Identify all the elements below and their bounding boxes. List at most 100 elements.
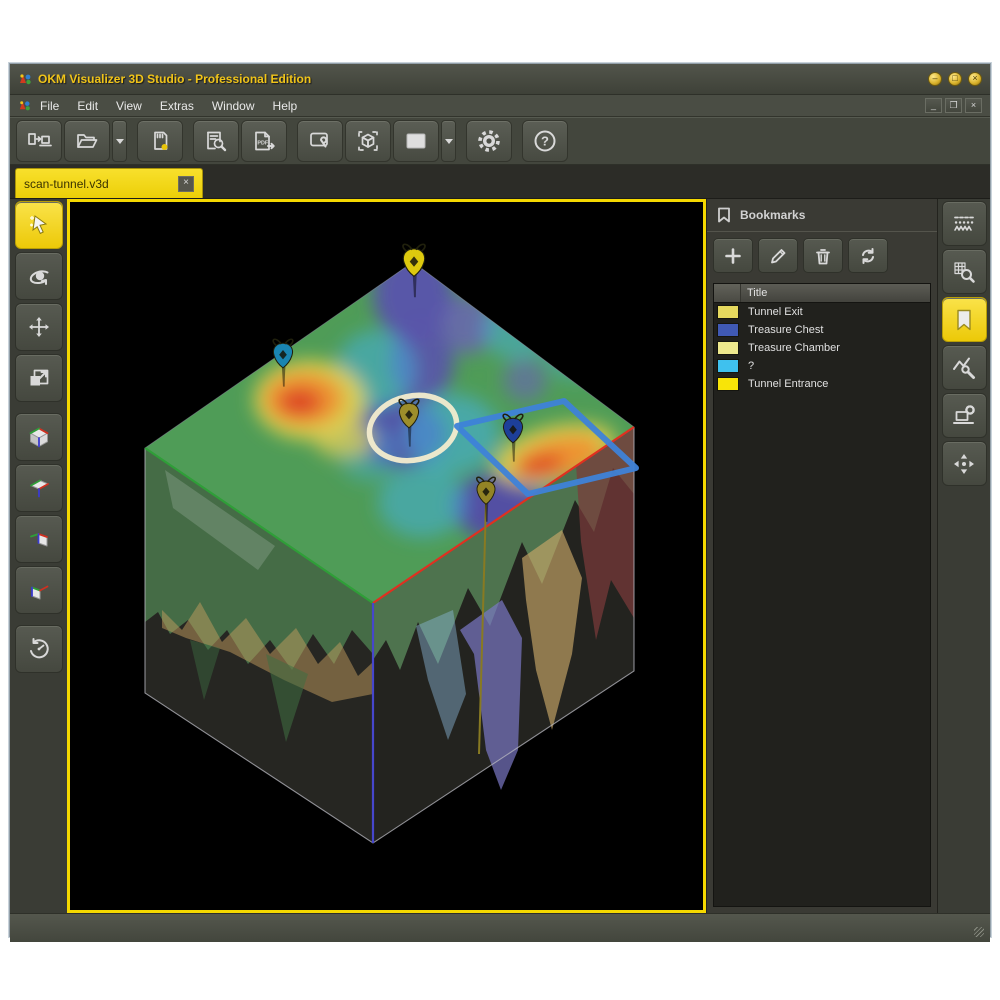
bookmarks-table: Title Tunnel Exit Treasure Chest Treasur… xyxy=(713,283,931,907)
right-tool-rail xyxy=(938,199,990,913)
chevron-down-icon xyxy=(116,139,124,144)
signal-analysis-button[interactable] xyxy=(942,345,987,390)
top-plane-icon xyxy=(26,475,52,501)
close-button[interactable]: × xyxy=(968,72,982,86)
settings-button[interactable] xyxy=(466,120,512,162)
refresh-icon xyxy=(858,246,878,266)
help-button[interactable]: ? xyxy=(522,120,568,162)
color-swatch-icon xyxy=(403,129,429,153)
background-color-dropdown[interactable] xyxy=(441,120,456,162)
bookmark-row-question[interactable]: ? xyxy=(714,357,930,375)
tab-scan-tunnel[interactable]: scan-tunnel.v3d × xyxy=(15,168,203,198)
menu-extras[interactable]: Extras xyxy=(151,97,203,115)
title-bar: OKM Visualizer 3D Studio - Professional … xyxy=(10,64,990,95)
front-plane-icon xyxy=(26,577,52,603)
app-logo-icon xyxy=(18,72,32,86)
print-preview-button[interactable] xyxy=(193,120,239,162)
refresh-bookmarks-button[interactable] xyxy=(848,238,888,273)
front-view-button[interactable] xyxy=(15,566,63,614)
minimize-button[interactable]: – xyxy=(928,72,942,86)
dpad-icon xyxy=(951,451,977,477)
ground-layers-icon xyxy=(951,211,977,237)
scan-grid-search-button[interactable] xyxy=(942,249,987,294)
pencil-icon xyxy=(768,246,788,266)
menu-edit[interactable]: Edit xyxy=(68,97,107,115)
save-card-icon xyxy=(148,129,172,153)
chevron-down-icon xyxy=(445,139,453,144)
bookmark-title: Tunnel Entrance xyxy=(748,378,828,390)
side-view-button[interactable] xyxy=(15,515,63,563)
page-background: OKM Visualizer 3D Studio - Professional … xyxy=(0,0,1000,1000)
bookmark-row-treasure-chamber[interactable]: Treasure Chamber xyxy=(714,339,930,357)
export-pdf-button[interactable]: PDF xyxy=(241,120,287,162)
menu-window[interactable]: Window xyxy=(203,97,264,115)
menu-file[interactable]: File xyxy=(31,97,68,115)
bookmark-color-swatch xyxy=(717,323,739,337)
app-window: OKM Visualizer 3D Studio - Professional … xyxy=(9,63,991,937)
mdi-close-button[interactable]: × xyxy=(965,98,982,113)
bookmark-row-tunnel-exit[interactable]: Tunnel Exit xyxy=(714,303,930,321)
device-settings-button[interactable] xyxy=(942,393,987,438)
bookmarks-title-column-header[interactable]: Title xyxy=(741,284,930,302)
edit-bookmark-button[interactable] xyxy=(758,238,798,273)
tab-bar: scan-tunnel.v3d × xyxy=(10,165,990,199)
laptop-gear-icon xyxy=(951,403,977,429)
save-scan-button[interactable] xyxy=(137,120,183,162)
top-view-button[interactable] xyxy=(15,464,63,512)
main-toolbar: PDF xyxy=(10,117,990,165)
bookmarks-panel-title: Bookmarks xyxy=(740,208,805,222)
bookmark-row-tunnel-entrance[interactable]: Tunnel Entrance xyxy=(714,375,930,393)
bookmark-row-treasure-chest[interactable]: Treasure Chest xyxy=(714,321,930,339)
app-logo-icon xyxy=(18,99,31,112)
ground-layers-button[interactable] xyxy=(942,201,987,246)
open-folder-icon xyxy=(75,129,99,153)
mdi-restore-button[interactable]: ❐ xyxy=(945,98,962,113)
add-bookmark-button[interactable] xyxy=(713,238,753,273)
navigation-pad-button[interactable] xyxy=(942,441,987,486)
pan-view-button[interactable] xyxy=(15,303,63,351)
tab-close-icon[interactable]: × xyxy=(178,176,194,192)
main-area: Bookmarks xyxy=(10,199,990,913)
bookmarks-panel-header: Bookmarks xyxy=(707,199,937,232)
iso-view-button[interactable] xyxy=(15,413,63,461)
scale-view-button[interactable] xyxy=(15,354,63,402)
rotate-orbit-icon xyxy=(26,263,52,289)
iso-cube-icon xyxy=(26,424,52,450)
bookmarks-button[interactable] xyxy=(942,297,987,342)
touch-screen-icon xyxy=(307,129,333,153)
gear-icon xyxy=(476,128,502,154)
view-3d-button[interactable] xyxy=(345,120,391,162)
select-tool-button[interactable] xyxy=(15,201,63,249)
background-color-button[interactable] xyxy=(393,120,439,162)
bookmarks-color-column-header[interactable] xyxy=(714,284,741,302)
bookmark-color-swatch xyxy=(717,359,739,373)
bookmark-color-swatch xyxy=(717,305,739,319)
bookmarks-table-header[interactable]: Title xyxy=(714,284,930,303)
import-scan-button[interactable] xyxy=(16,120,62,162)
maximize-button[interactable]: □ xyxy=(948,72,962,86)
left-tool-rail xyxy=(10,199,67,913)
pdf-export-icon: PDF xyxy=(252,129,276,153)
delete-bookmark-button[interactable] xyxy=(803,238,843,273)
bookmark-title: Treasure Chamber xyxy=(748,342,840,354)
bookmark-icon xyxy=(951,307,977,333)
side-plane-icon xyxy=(26,526,52,552)
reset-view-button[interactable] xyxy=(15,625,63,673)
rotate-3d-button[interactable] xyxy=(15,252,63,300)
help-icon: ? xyxy=(532,128,558,154)
grid-search-icon xyxy=(951,259,977,285)
bookmark-icon xyxy=(717,207,731,223)
import-scan-icon xyxy=(26,129,52,153)
menu-view[interactable]: View xyxy=(107,97,151,115)
menu-help[interactable]: Help xyxy=(264,97,307,115)
bookmark-title: Tunnel Exit xyxy=(748,306,803,318)
reset-rotation-icon xyxy=(26,636,52,662)
resize-grip[interactable] xyxy=(974,927,984,937)
touch-input-button[interactable] xyxy=(297,120,343,162)
bookmarks-actions xyxy=(707,232,937,281)
open-folder-button[interactable] xyxy=(64,120,110,162)
viewport[interactable] xyxy=(67,199,706,913)
mdi-minimize-button[interactable]: _ xyxy=(925,98,942,113)
resize-icon xyxy=(26,365,52,391)
open-folder-dropdown[interactable] xyxy=(112,120,127,162)
